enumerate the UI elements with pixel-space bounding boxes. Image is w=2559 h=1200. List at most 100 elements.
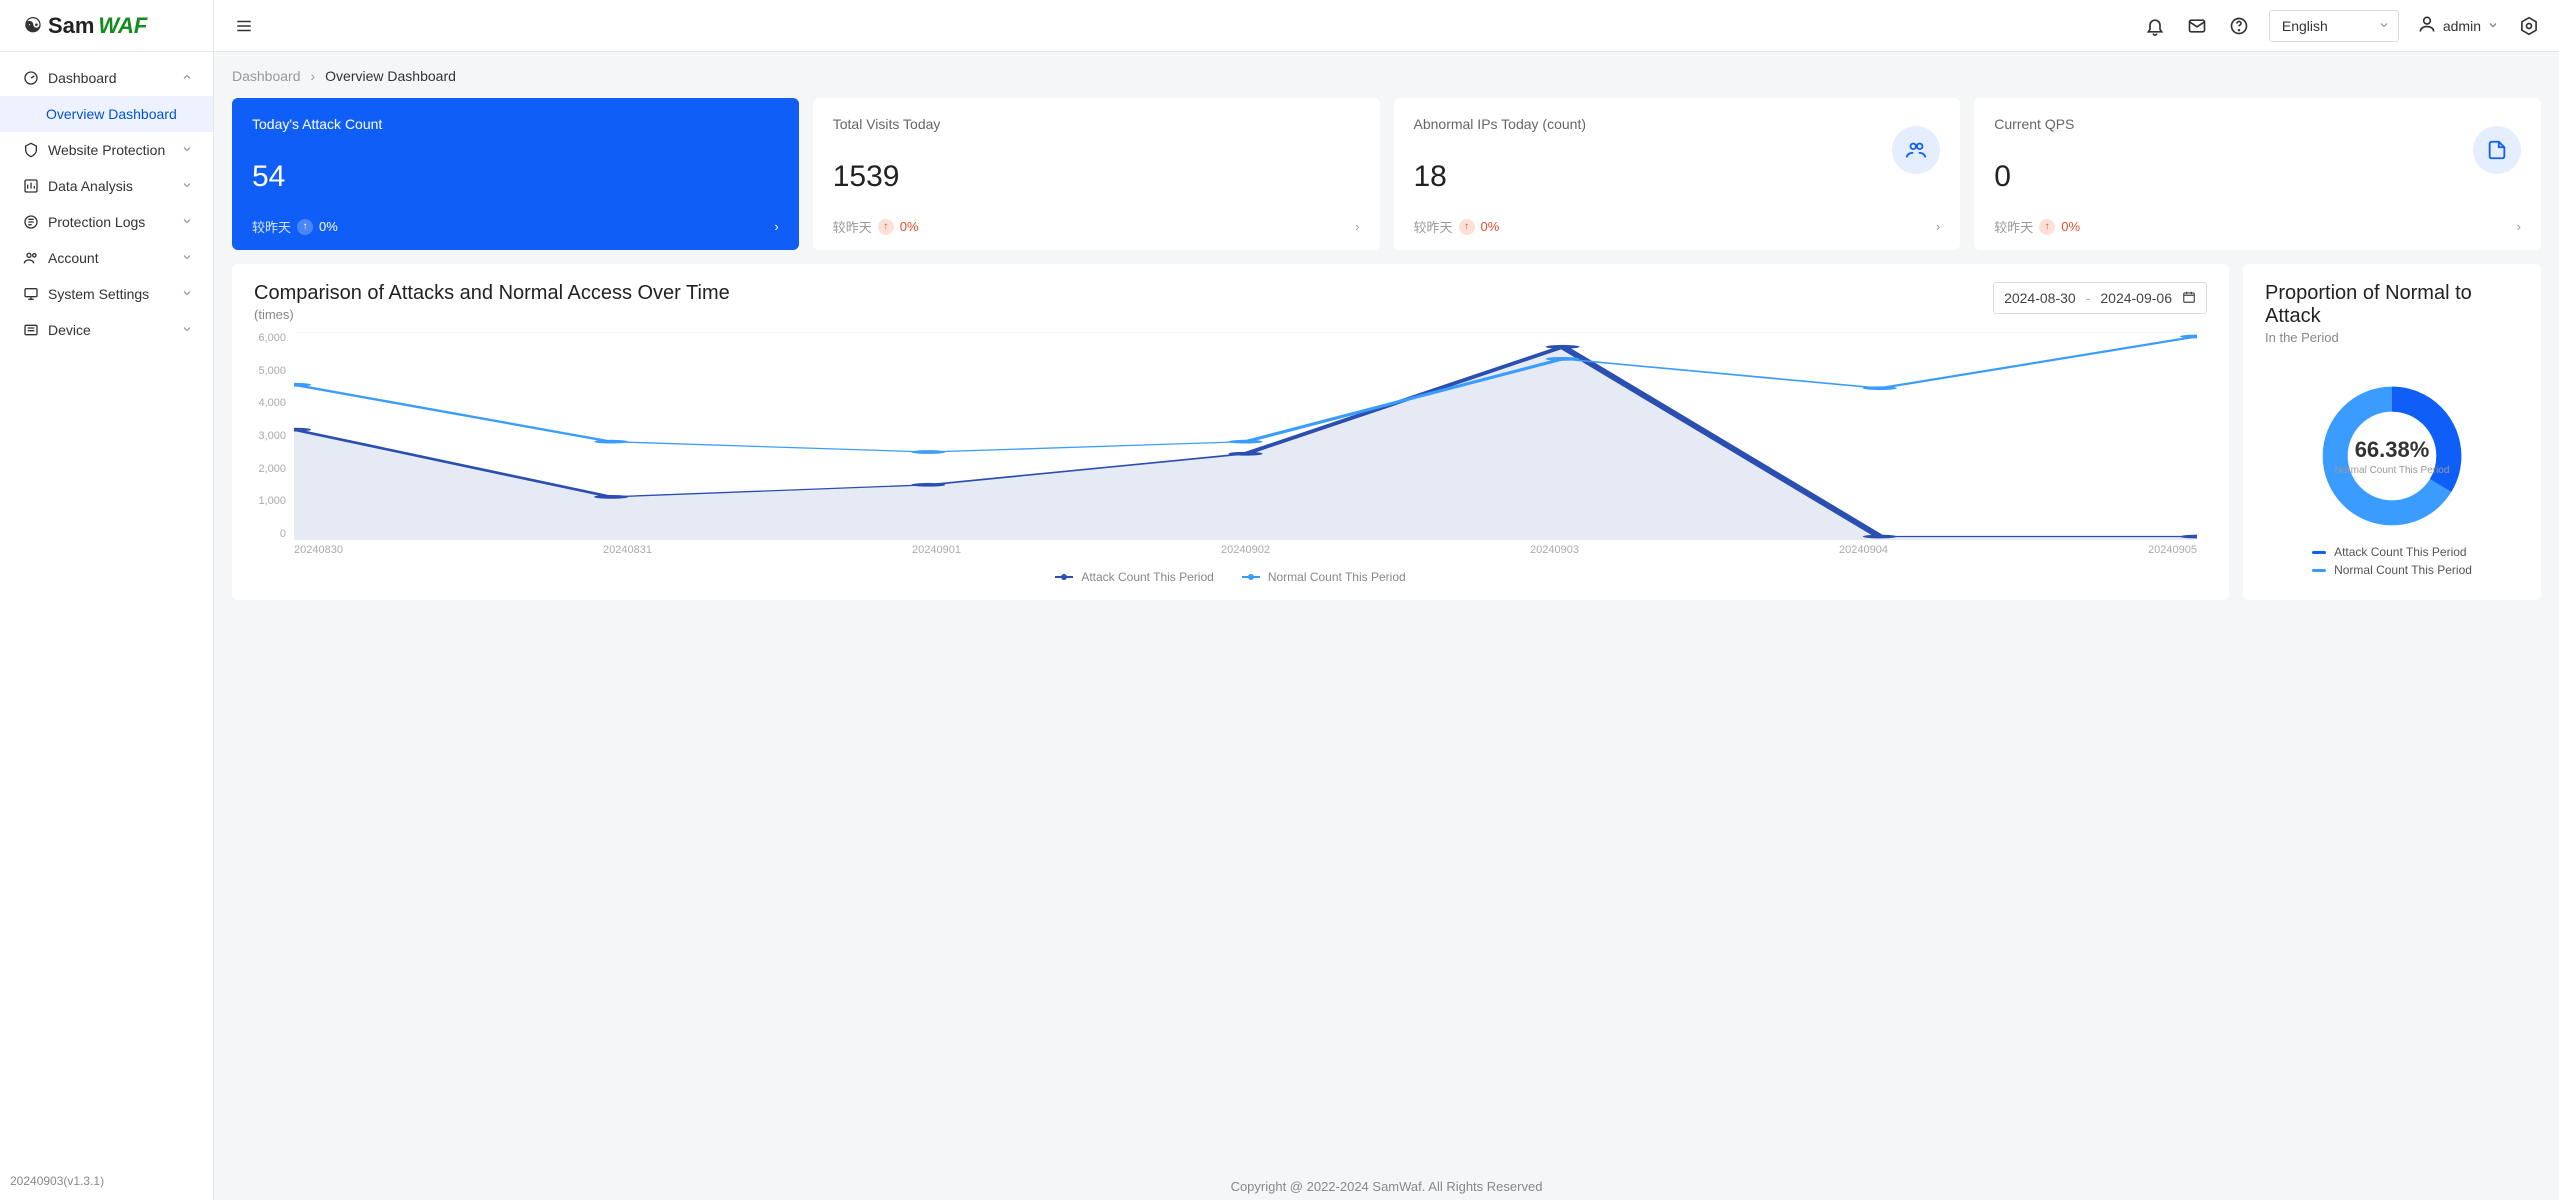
chart-icon [22, 178, 40, 194]
users-badge-icon [1892, 126, 1940, 174]
sidebar-subitem-overview[interactable]: Overview Dashboard [0, 96, 213, 132]
logo-text-sam: Sam [48, 13, 94, 39]
card-title: Abnormal IPs Today (count) [1414, 116, 1941, 132]
pct-value: 0% [319, 219, 338, 234]
donut-center-label: Normal Count This Period [2335, 465, 2450, 476]
pct-value: 0% [900, 219, 919, 234]
sidebar-item-protection-logs[interactable]: Protection Logs [0, 204, 213, 240]
chevron-right-icon: › [311, 68, 316, 84]
sidebar-item-device[interactable]: Device [0, 312, 213, 348]
breadcrumb-current: Overview Dashboard [325, 68, 456, 84]
help-icon[interactable] [2227, 14, 2251, 38]
calendar-icon [2182, 290, 2196, 307]
sidebar-item-data-analysis[interactable]: Data Analysis [0, 168, 213, 204]
donut-chart: 66.38% Normal Count This Period [2317, 381, 2467, 531]
arrow-up-icon: ↑ [1459, 219, 1475, 235]
user-menu[interactable]: admin [2417, 14, 2499, 37]
chart-subtitle: (times) [254, 307, 730, 322]
card-abnormal-ips[interactable]: Abnormal IPs Today (count) 18 较昨天 ↑ 0% › [1394, 98, 1961, 250]
language-value: English [2282, 18, 2328, 34]
chevron-right-icon: › [1355, 219, 1359, 234]
language-select[interactable]: English [2269, 10, 2399, 42]
chart-title: Comparison of Attacks and Normal Access … [254, 282, 730, 305]
arrow-up-icon: ↑ [878, 219, 894, 235]
nav-label: Protection Logs [48, 214, 181, 230]
nav-label: Device [48, 322, 181, 338]
menu-toggle-button[interactable] [232, 14, 256, 38]
card-total-visits[interactable]: Total Visits Today 1539 较昨天 ↑ 0% › [813, 98, 1380, 250]
swatch-icon [1242, 576, 1260, 578]
card-attack-count[interactable]: Today's Attack Count 54 较昨天 ↑ 0% › [232, 98, 799, 250]
sidebar-item-system-settings[interactable]: System Settings [0, 276, 213, 312]
main-area: English admin Dashboard › Overview Dashb… [214, 0, 2559, 1200]
plot-area [294, 332, 2197, 540]
sidebar-item-website-protection[interactable]: Website Protection [0, 132, 213, 168]
stat-cards: Today's Attack Count 54 较昨天 ↑ 0% › Total… [232, 98, 2541, 250]
breadcrumb-root[interactable]: Dashboard [232, 68, 301, 84]
compare-label: 较昨天 [833, 217, 872, 236]
nav-menu: Dashboard Overview Dashboard Website Pro… [0, 52, 213, 1162]
date-range-picker[interactable]: 2024-08-30 - 2024-09-06 [1993, 282, 2207, 314]
chevron-right-icon: › [774, 219, 778, 234]
monitor-icon [22, 286, 40, 302]
nav-label: Data Analysis [48, 178, 181, 194]
date-from: 2024-08-30 [2004, 290, 2076, 306]
user-name: admin [2443, 18, 2481, 34]
logo-text-waf: WAF [98, 13, 147, 39]
card-current-qps[interactable]: Current QPS 0 较昨天 ↑ 0% › [1974, 98, 2541, 250]
separator: - [2086, 290, 2091, 306]
chevron-down-icon [181, 322, 195, 338]
users-icon [22, 250, 40, 266]
card-value: 1539 [833, 160, 1360, 194]
card-value: 18 [1414, 160, 1941, 194]
breadcrumb: Dashboard › Overview Dashboard [232, 68, 2541, 84]
version-label: 20240903(v1.3.1) [0, 1162, 213, 1200]
legend-attack: Attack Count This Period [1055, 570, 1214, 584]
legend-normal: Normal Count This Period [1242, 570, 1406, 584]
compare-label: 较昨天 [252, 217, 291, 236]
compare-label: 较昨天 [1994, 217, 2033, 236]
logo: ☯ Sam WAF [0, 0, 213, 52]
legend-label: Normal Count This Period [2334, 563, 2472, 577]
log-icon [22, 214, 40, 230]
pct-value: 0% [1481, 219, 1500, 234]
legend-attack: Attack Count This Period [2312, 545, 2472, 559]
sidebar-item-account[interactable]: Account [0, 240, 213, 276]
chevron-right-icon: › [2517, 219, 2521, 234]
chevron-down-icon [181, 142, 195, 158]
file-badge-icon [2473, 126, 2521, 174]
legend-label: Attack Count This Period [2334, 545, 2467, 559]
nav-label: Website Protection [48, 142, 181, 158]
sidebar: ☯ Sam WAF Dashboard Overview Dashboard W… [0, 0, 214, 1200]
swatch-icon [2312, 551, 2326, 554]
compare-label: 较昨天 [1414, 217, 1453, 236]
content: Dashboard › Overview Dashboard Today's A… [214, 52, 2559, 1169]
chevron-down-icon [181, 178, 195, 194]
mail-icon[interactable] [2185, 14, 2209, 38]
dashboard-icon [22, 70, 40, 86]
footer-copyright: Copyright @ 2022-2024 SamWaf. All Rights… [214, 1169, 2559, 1200]
nav-label: Account [48, 250, 181, 266]
swatch-icon [1055, 576, 1073, 578]
nav-label: System Settings [48, 286, 181, 302]
notification-icon[interactable] [2143, 14, 2167, 38]
legend-label: Normal Count This Period [1268, 570, 1406, 584]
user-icon [2417, 14, 2437, 37]
logo-icon: ☯ [24, 13, 42, 38]
sidebar-item-dashboard[interactable]: Dashboard [0, 60, 213, 96]
chevron-down-icon [181, 250, 195, 266]
nav-label: Dashboard [48, 70, 181, 86]
chart-legend: Attack Count This Period Normal Count Th… [254, 570, 2207, 584]
chevron-down-icon [181, 214, 195, 230]
y-axis-labels: 6,0005,0004,0003,0002,0001,0000 [254, 332, 290, 540]
donut-legend: Attack Count This Period Normal Count Th… [2312, 545, 2472, 581]
topbar: English admin [214, 0, 2559, 52]
chevron-down-icon [2378, 18, 2390, 34]
donut-subtitle: In the Period [2265, 330, 2519, 345]
charts-row: Comparison of Attacks and Normal Access … [232, 264, 2541, 600]
card-value: 54 [252, 160, 779, 194]
settings-icon[interactable] [2517, 14, 2541, 38]
line-chart: 6,0005,0004,0003,0002,0001,0000 20240830… [254, 332, 2207, 562]
donut-percent: 66.38% [2355, 437, 2430, 463]
device-icon [22, 322, 40, 338]
